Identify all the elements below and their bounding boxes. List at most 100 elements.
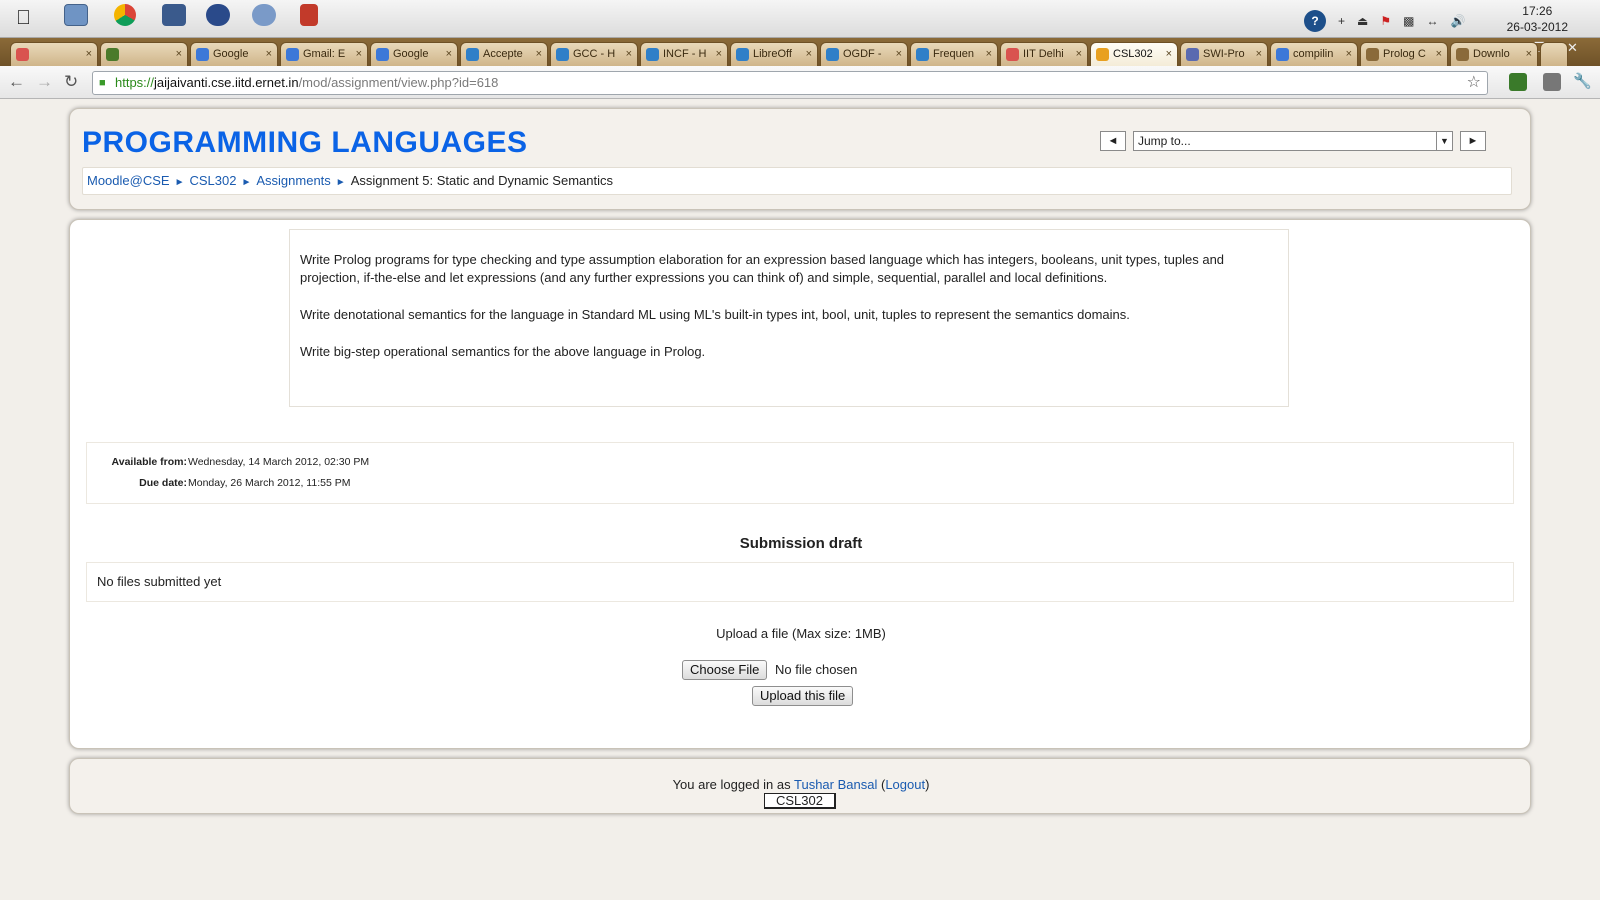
close-tab-icon[interactable]: × [716,43,722,65]
close-tab-icon[interactable]: × [896,43,902,65]
browser-tab[interactable]: INCF - H × [640,42,728,66]
close-tab-icon[interactable]: × [1076,43,1082,65]
network-icon[interactable]: ↔ [1426,14,1438,28]
browser-tab[interactable]: OGDF - × [820,42,908,66]
course-home-button[interactable]: CSL302 [764,793,836,809]
previous-activity-button[interactable]: ◄ [1100,131,1126,151]
tab-label: Google [213,48,249,60]
user-profile-link[interactable]: Tushar Bansal [794,777,877,792]
eject-icon[interactable]: ⏏ [1357,14,1368,28]
reload-icon[interactable]: ↻ [64,72,78,92]
logout-link[interactable]: Logout [885,777,925,792]
plus-icon[interactable]: + [1338,14,1345,28]
site-icon [826,48,839,61]
close-tab-icon[interactable]: × [1346,43,1352,65]
new-tab-button[interactable] [1540,42,1568,66]
breadcrumb-separator: ► [174,177,185,188]
back-icon[interactable]: ← [8,72,25,92]
google-icon [196,48,209,61]
browser-tab[interactable]: × [100,42,188,66]
app-icon[interactable] [300,4,318,26]
breadcrumb-link-home[interactable]: Moodle@CSE [87,173,170,188]
close-tab-icon[interactable]: × [1256,43,1262,65]
close-tab-icon[interactable]: × [86,43,92,65]
app-icon [106,48,119,61]
browser-tab[interactable]: Accepte × [460,42,548,66]
google-icon [286,48,299,61]
tab-label: Accepte [483,48,523,60]
browser-tab[interactable]: Downlo × [1450,42,1538,66]
close-tab-icon[interactable]: × [1526,43,1532,65]
browser-tab[interactable]: Google × [190,42,278,66]
flag-icon[interactable]: ⚑ [1380,14,1391,28]
available-from-value: Wednesday, 14 March 2012, 02:30 PM [188,456,370,468]
forward-icon[interactable]: → [36,72,53,92]
globe-icon [1366,48,1379,61]
help-icon[interactable]: ? [1304,10,1326,32]
site-icon [916,48,929,61]
breadcrumb-link-course[interactable]: CSL302 [189,173,236,188]
tab-label: LibreOff [753,48,792,60]
mail-icon[interactable] [162,4,186,26]
google-icon [1276,48,1289,61]
browser-tab[interactable]: SWI-Pro × [1180,42,1268,66]
extension-icon[interactable] [1509,73,1527,91]
breadcrumb-separator: ► [241,177,252,188]
wrench-icon[interactable]: 🔧 [1573,72,1592,90]
chrome-icon[interactable] [114,4,136,26]
battery-icon[interactable]: ▩ [1403,14,1414,28]
next-activity-button[interactable]: ► [1460,131,1486,151]
close-tab-icon[interactable]: × [986,43,992,65]
description-paragraph: Write Prolog programs for type checking … [300,252,1225,285]
description-paragraph: Write big-step operational semantics for… [300,344,706,359]
site-icon [646,48,659,61]
breadcrumb-separator: ► [335,177,346,188]
browser-tab[interactable]: Prolog C × [1360,42,1448,66]
close-window-icon[interactable]: ✕ [1567,40,1578,56]
browser-tab[interactable]: LibreOff × [730,42,818,66]
apple-menu-icon[interactable]:  [16,8,40,30]
site-icon [736,48,749,61]
close-tab-icon[interactable]: × [356,43,362,65]
tab-label: SWI-Pro [1203,48,1245,60]
close-tab-icon[interactable]: × [1166,43,1172,65]
assignment-dates: Available from: Wednesday, 14 March 2012… [86,442,1514,504]
breadcrumb-link-assignments[interactable]: Assignments [256,173,330,188]
assignment-content: Write Prolog programs for type checking … [69,219,1531,749]
login-info: You are logged in as Tushar Bansal (Logo… [672,777,930,792]
close-tab-icon[interactable]: × [446,43,452,65]
search-icon[interactable] [206,4,230,26]
browser-tab[interactable]: × [10,42,98,66]
close-tab-icon[interactable]: × [536,43,542,65]
close-tab-icon[interactable]: × [176,43,182,65]
jump-to-select[interactable]: Jump to... ▼ [1133,131,1453,151]
clock[interactable]: 17:26 26-03-2012 [1507,3,1568,35]
browser-tab[interactable]: CSL302 × [1090,42,1178,66]
close-tab-icon[interactable]: × [806,43,812,65]
due-date-value: Monday, 26 March 2012, 11:55 PM [188,477,351,489]
close-tab-icon[interactable]: × [626,43,632,65]
os-top-bar:  ? + ⏏ ⚑ ▩ ↔ 🔊 17:26 26-03-2012 [0,0,1600,38]
bookmark-star-icon[interactable]: ☆ [1467,72,1481,94]
browser-tab[interactable]: Gmail: E × [280,42,368,66]
lock-icon: ■ [99,77,106,89]
browser-tab[interactable]: IIT Delhi × [1000,42,1088,66]
volume-icon[interactable]: 🔊 [1450,14,1465,28]
finder-icon[interactable] [64,4,88,26]
choose-file-button[interactable]: Choose File [682,660,768,680]
extension-icon[interactable] [1543,73,1561,91]
tab-label: GCC - H [573,48,616,60]
page-footer: You are logged in as Tushar Bansal (Logo… [69,758,1531,814]
browser-icon[interactable] [252,4,276,26]
browser-tab[interactable]: compilin × [1270,42,1358,66]
browser-tab[interactable]: Frequen × [910,42,998,66]
browser-tab[interactable]: Google × [370,42,458,66]
close-tab-icon[interactable]: × [266,43,272,65]
site-icon [466,48,479,61]
browser-tab[interactable]: GCC - H × [550,42,638,66]
clock-date: 26-03-2012 [1506,20,1568,34]
close-tab-icon[interactable]: × [1436,43,1442,65]
upload-file-button[interactable]: Upload this file [752,686,854,706]
files-status: No files submitted yet [97,574,222,589]
url-bar[interactable]: ■ https://jaijaivanti.cse.iitd.ernet.in/… [92,71,1488,95]
